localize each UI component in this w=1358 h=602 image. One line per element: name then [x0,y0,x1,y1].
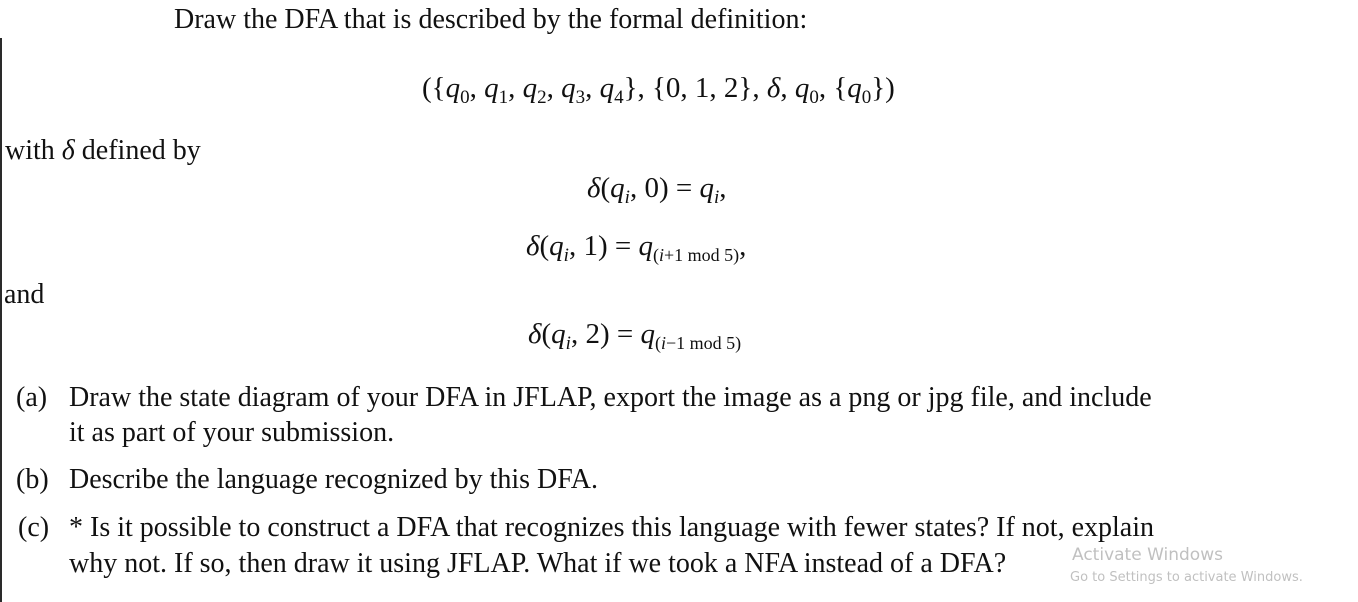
activate-windows-watermark-title: Activate Windows [1072,545,1223,565]
window-edge-bar [0,38,2,602]
question-b-label: (b) [16,464,49,495]
intro-text: Draw the DFA that is described by the fo… [174,4,808,35]
question-a-label: (a) [16,382,48,413]
transition-equation-1: δ(qi, 1) = q(i+1 mod 5), [526,230,747,266]
question-a-line-2: it as part of your submission. [69,417,395,448]
question-a-line-1: Draw the state diagram of your DFA in JF… [69,382,1152,413]
formal-definition-tuple: ({q0, q1, q2, q3, q4}, {0, 1, 2}, δ, q0,… [422,72,895,108]
with-delta-text: with δ defined by [5,135,201,166]
question-c-line-2: why not. If so, then draw it using JFLAP… [69,548,1007,579]
transition-equation-2: δ(qi, 2) = q(i−1 mod 5) [528,318,742,354]
transition-equation-0: δ(qi, 0) = qi, [587,172,727,208]
activate-windows-watermark-subtitle: Go to Settings to activate Windows. [1070,570,1303,585]
question-b-line-1: Describe the language recognized by this… [69,464,598,495]
and-text: and [4,279,45,310]
question-c-line-1: * Is it possible to construct a DFA that… [69,512,1154,543]
question-c-label: (c) [18,512,50,543]
